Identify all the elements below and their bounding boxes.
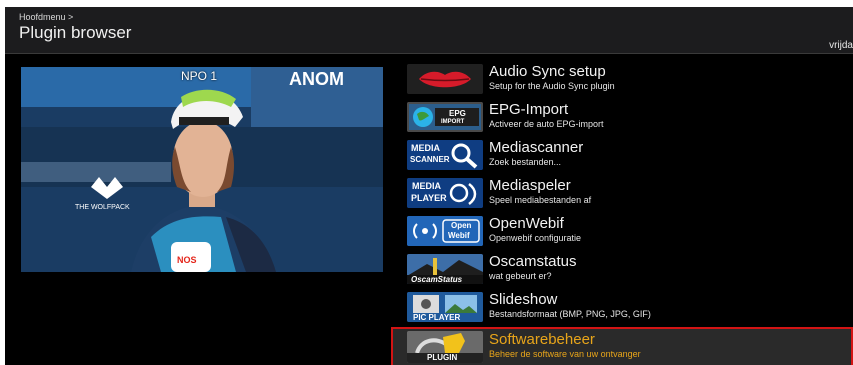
openwebif-icon: Open Webif — [407, 216, 483, 246]
date-label: vrijda — [829, 40, 853, 51]
lips-icon — [407, 64, 483, 94]
plugin-description: Activeer de auto EPG-import — [489, 119, 604, 129]
header: Hoofdmenu > Plugin browser vrijda — [5, 7, 853, 54]
plugin-name: Audio Sync setup — [489, 63, 606, 80]
logo-text: PLAYER — [411, 193, 447, 203]
plugin-description: Openwebif configuratie — [489, 233, 582, 243]
logo-text: SCANNER — [410, 155, 450, 164]
logo-text: MEDIA — [412, 181, 441, 191]
oscam-status-icon: OscamStatus — [407, 254, 483, 284]
plugin-item-audio-sync[interactable]: Audio Sync setup Setup for the Audio Syn… — [403, 61, 853, 97]
plugin-description: Setup for the Audio Sync plugin — [489, 81, 615, 91]
plugin-item-epg-import[interactable]: EPG IMPORT EPG-Import Activeer de auto E… — [403, 99, 853, 135]
plugin-item-slideshow[interactable]: PIC PLAYER Slideshow Bestandsformaat (BM… — [403, 289, 853, 325]
epg-globe-icon: EPG IMPORT — [407, 102, 483, 132]
logo-text: Webif — [448, 231, 470, 240]
plugin-item-mediaspeler[interactable]: MEDIA PLAYER Mediaspeler Speel mediabest… — [403, 175, 853, 211]
plugin-description: Speel mediabestanden af — [489, 195, 592, 205]
plugin-item-openwebif[interactable]: Open Webif OpenWebif Openwebif configura… — [403, 213, 853, 249]
logo-text: OscamStatus — [411, 275, 463, 284]
pic-player-icon: PIC PLAYER — [407, 292, 483, 322]
svg-text:ANOM: ANOM — [289, 69, 344, 89]
plugin-item-softwarebeheer[interactable]: PLUGIN Softwarebeheer Beheer de software… — [391, 327, 853, 365]
breadcrumb[interactable]: Hoofdmenu > — [19, 12, 73, 22]
plugin-name: EPG-Import — [489, 101, 569, 118]
plugin-name: Oscamstatus — [489, 253, 577, 270]
plugin-description: Zoek bestanden... — [489, 157, 562, 167]
plugin-icon: PLUGIN — [407, 331, 483, 363]
media-player-icon: MEDIA PLAYER — [407, 178, 483, 208]
tv-preview-image: ANOM THE WOLFPACK NOS — [21, 67, 383, 272]
magnifier-icon: MEDIA SCANNER — [407, 140, 483, 170]
plugin-name: Softwarebeheer — [489, 331, 595, 348]
plugin-description: Bestandsformaat (BMP, PNG, JPG, GIF) — [489, 309, 651, 319]
plugin-name: OpenWebif — [489, 215, 564, 232]
tv-preview: ANOM THE WOLFPACK NOS NPO 1 — [21, 67, 383, 272]
page-title: Plugin browser — [19, 23, 132, 42]
plugin-item-oscamstatus[interactable]: OscamStatus Oscamstatus wat gebeurt er? — [403, 251, 853, 287]
plugin-description: wat gebeurt er? — [489, 271, 552, 281]
plugin-name: Slideshow — [489, 291, 558, 308]
svg-text:NOS: NOS — [177, 255, 197, 265]
plugin-item-mediascanner[interactable]: MEDIA SCANNER Mediascanner Zoek bestande… — [403, 137, 853, 173]
channel-name: NPO 1 — [181, 69, 218, 83]
logo-text: MEDIA — [411, 143, 440, 153]
logo-text: EPG — [449, 109, 466, 118]
logo-text: IMPORT — [441, 119, 465, 125]
svg-text:THE WOLFPACK: THE WOLFPACK — [75, 204, 130, 211]
plugin-description: Beheer de software van uw ontvanger — [489, 349, 641, 359]
plugin-name: Mediascanner — [489, 139, 584, 156]
plugin-name: Mediaspeler — [489, 177, 571, 194]
logo-text: PLUGIN — [427, 353, 458, 362]
tv-frame: Hoofdmenu > Plugin browser vrijda ANOM T… — [5, 7, 853, 365]
logo-text: Open — [451, 221, 472, 230]
screen: Hoofdmenu > Plugin browser vrijda ANOM T… — [0, 0, 853, 365]
logo-text: PIC PLAYER — [413, 313, 461, 322]
